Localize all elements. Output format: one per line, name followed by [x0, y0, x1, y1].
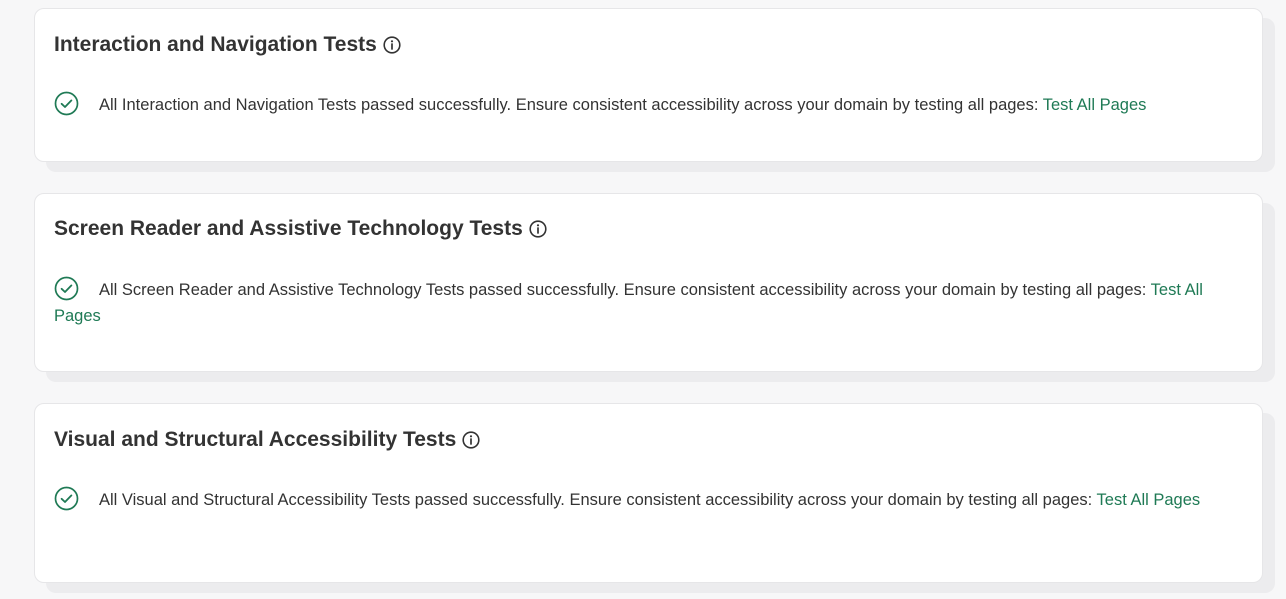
card-title: Interaction and Navigation Tests [54, 32, 401, 58]
card-title: Visual and Structural Accessibility Test… [54, 427, 480, 453]
card-title: Screen Reader and Assistive Technology T… [54, 216, 547, 242]
card-body: Interaction and Navigation Tests All Int… [34, 8, 1263, 162]
test-result-message: All Screen Reader and Assistive Technolo… [54, 276, 1242, 329]
result-text: All Screen Reader and Assistive Technolo… [99, 281, 1151, 299]
card-title-text: Screen Reader and Assistive Technology T… [54, 217, 523, 240]
test-all-pages-link[interactable]: Test All Pages [1097, 491, 1201, 509]
test-result-message: All Interaction and Navigation Tests pas… [54, 91, 1242, 118]
card-body: Visual and Structural Accessibility Test… [34, 403, 1263, 583]
test-card-visual-structural: Visual and Structural Accessibility Test… [34, 403, 1275, 593]
info-icon[interactable] [383, 36, 401, 54]
test-card-screen-reader: Screen Reader and Assistive Technology T… [34, 193, 1275, 382]
check-circle-icon [54, 486, 79, 511]
info-icon[interactable] [462, 431, 480, 449]
check-circle-icon [54, 91, 79, 116]
test-result-message: All Visual and Structural Accessibility … [54, 486, 1242, 513]
info-icon[interactable] [529, 220, 547, 238]
test-all-pages-link[interactable]: Test All Pages [1043, 96, 1147, 114]
card-title-text: Interaction and Navigation Tests [54, 33, 377, 56]
result-text: All Interaction and Navigation Tests pas… [99, 96, 1043, 114]
check-circle-icon [54, 276, 79, 301]
card-title-text: Visual and Structural Accessibility Test… [54, 428, 457, 451]
test-card-interaction-navigation: Interaction and Navigation Tests All Int… [34, 8, 1275, 172]
result-text: All Visual and Structural Accessibility … [99, 491, 1097, 509]
card-body: Screen Reader and Assistive Technology T… [34, 193, 1263, 372]
